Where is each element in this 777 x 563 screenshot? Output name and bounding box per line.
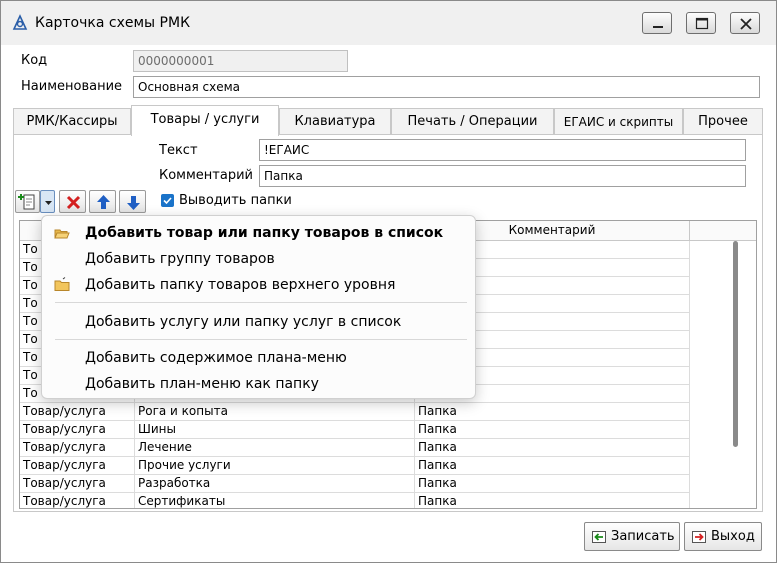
tab-other[interactable]: Прочее xyxy=(683,108,763,135)
cell-type: Товар/услуга xyxy=(20,439,135,457)
chevron-down-icon xyxy=(45,201,52,205)
table-row[interactable]: Товар/услуга Прочие услуги Папка xyxy=(20,457,756,475)
menu-item-add-top-folder[interactable]: Добавить папку товаров верхнего уровня xyxy=(42,272,475,298)
comment-field[interactable]: Папка xyxy=(259,165,746,187)
delete-button[interactable] xyxy=(59,190,86,213)
open-folder-icon xyxy=(54,225,70,241)
text-field[interactable]: !ЕГАИС xyxy=(259,139,746,161)
minimize-button[interactable] xyxy=(642,12,672,34)
cell-name: Шины xyxy=(135,421,415,439)
show-folders-checkbox[interactable] xyxy=(161,194,174,207)
cell-comment: Папка xyxy=(415,457,690,475)
save-button[interactable]: Записать xyxy=(584,522,680,551)
tab-print-operations[interactable]: Печать / Операции xyxy=(391,108,554,135)
cell-comment: Папка xyxy=(415,439,690,457)
tab-egais-scripts[interactable]: ЕГАИС и скрипты xyxy=(554,108,683,135)
tab-keyboard[interactable]: Клавиатура xyxy=(279,108,391,135)
comment-label: Комментарий xyxy=(159,168,253,183)
grid-scrollbar-thumb[interactable] xyxy=(733,241,738,447)
add-button[interactable] xyxy=(15,190,40,213)
arrow-up-icon xyxy=(97,195,110,209)
menu-separator xyxy=(55,339,467,340)
menu-item-add-service[interactable]: Добавить услугу или папку услуг в список xyxy=(42,309,475,335)
maximize-button[interactable] xyxy=(686,12,716,34)
name-field[interactable]: Основная схема xyxy=(133,76,760,98)
name-label: Наименование xyxy=(21,79,123,94)
add-dropdown-button[interactable] xyxy=(40,190,55,213)
text-label: Текст xyxy=(159,143,198,158)
cell-name: Разработка xyxy=(135,475,415,493)
tab-rmk-cashiers[interactable]: РМК/Кассиры xyxy=(13,108,131,135)
cell-name: Лечение xyxy=(135,439,415,457)
save-icon xyxy=(591,529,607,545)
cell-comment: Папка xyxy=(415,493,690,508)
title-bar[interactable]: Карточка схемы РМК xyxy=(1,1,776,45)
table-row[interactable]: Товар/услуга Лечение Папка xyxy=(20,439,756,457)
table-row[interactable]: Товар/услуга Рога и копыта Папка xyxy=(20,403,756,421)
menu-separator xyxy=(55,302,467,303)
move-down-button[interactable] xyxy=(119,190,146,213)
cell-comment: Папка xyxy=(415,421,690,439)
delete-icon xyxy=(66,195,81,210)
table-row[interactable]: Товар/услуга Шины Папка xyxy=(20,421,756,439)
cell-name: Рога и копыта xyxy=(135,403,415,421)
folder-icon xyxy=(54,277,70,293)
menu-item-add-menu-plan-folder[interactable]: Добавить план-меню как папку xyxy=(42,371,475,397)
menu-item-add-goods-group[interactable]: Добавить группу товаров xyxy=(42,246,475,272)
cell-comment: Папка xyxy=(415,475,690,493)
cell-type: Товар/услуга xyxy=(20,475,135,493)
add-document-icon xyxy=(18,194,35,210)
tab-goods-services[interactable]: Товары / услуги xyxy=(131,105,279,136)
schema-card-window: Карточка схемы РМК Код 0000000001 Наимен… xyxy=(0,0,777,563)
cell-name: Сертификаты xyxy=(135,493,415,508)
checkmark-icon xyxy=(163,197,172,205)
move-up-button[interactable] xyxy=(89,190,116,213)
exit-button[interactable]: Выход xyxy=(684,522,762,551)
menu-item-add-menu-plan-content[interactable]: Добавить содержимое плана-меню xyxy=(42,345,475,371)
cell-type: Товар/услуга xyxy=(20,493,135,508)
cell-type: Товар/услуга xyxy=(20,421,135,439)
cell-type: Товар/услуга xyxy=(20,403,135,421)
show-folders-label: Выводить папки xyxy=(179,193,292,208)
cell-type: Товар/услуга xyxy=(20,457,135,475)
table-row[interactable]: Товар/услуга Сертификаты Папка xyxy=(20,493,756,508)
grid-scrollbar-track xyxy=(690,241,756,507)
window-title: Карточка схемы РМК xyxy=(35,15,191,31)
arrow-down-icon xyxy=(127,196,140,210)
exit-icon xyxy=(691,529,707,545)
close-button[interactable] xyxy=(730,12,760,34)
exit-label: Выход xyxy=(711,529,755,544)
menu-item-add-goods-or-folder[interactable]: Добавить товар или папку товаров в списо… xyxy=(42,220,475,246)
save-label: Записать xyxy=(611,529,675,544)
code-label: Код xyxy=(21,53,48,68)
app-icon xyxy=(11,13,29,31)
tab-strip: РМК/Кассиры Товары / услуги Клавиатура П… xyxy=(13,105,763,136)
table-row[interactable]: Товар/услуга Разработка Папка xyxy=(20,475,756,493)
cell-comment: Папка xyxy=(415,403,690,421)
code-field[interactable]: 0000000001 xyxy=(133,50,348,72)
add-dropdown-menu: Добавить товар или папку товаров в списо… xyxy=(41,215,476,399)
cell-name: Прочие услуги xyxy=(135,457,415,475)
